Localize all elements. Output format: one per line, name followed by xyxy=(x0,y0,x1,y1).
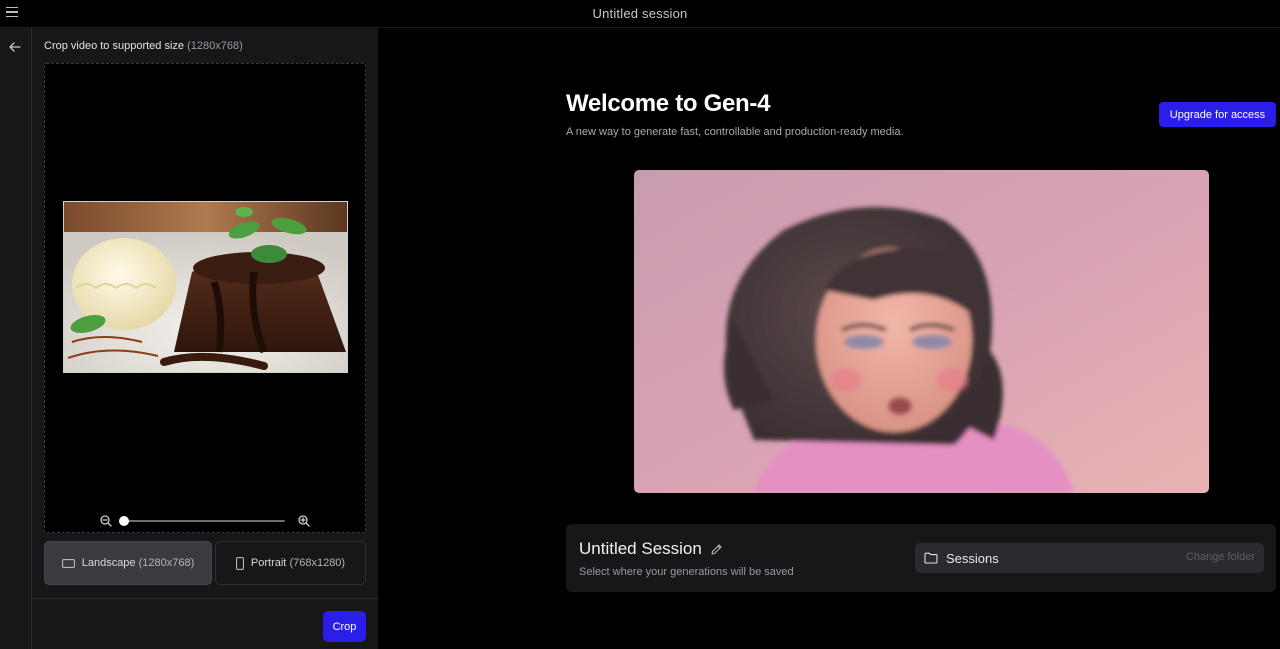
zoom-control xyxy=(99,514,313,528)
left-rail xyxy=(0,28,32,649)
session-name: Untitled Session xyxy=(579,539,723,559)
top-bar: Untitled session xyxy=(0,0,1280,28)
portrait-button[interactable]: Portrait (768x1280) xyxy=(215,541,366,585)
crop-button[interactable]: Crop xyxy=(323,611,366,642)
change-folder-link[interactable]: Change folder xyxy=(1186,551,1255,563)
crop-image[interactable] xyxy=(63,201,348,373)
page-subtitle: A new way to generate fast, controllable… xyxy=(566,126,904,138)
landscape-button[interactable]: Landscape (1280x768) xyxy=(44,541,212,585)
crop-viewport[interactable] xyxy=(44,63,366,533)
zoom-slider-track[interactable] xyxy=(119,520,285,522)
back-button[interactable] xyxy=(5,38,25,56)
session-name-text: Untitled Session xyxy=(579,539,702,558)
video-preview[interactable] xyxy=(634,170,1209,493)
landscape-label: Landscape xyxy=(81,557,136,569)
preview-image xyxy=(634,170,1209,493)
portrait-size: (768x1280) xyxy=(289,557,346,569)
session-hint: Select where your generations will be sa… xyxy=(579,566,794,578)
arrow-left-icon xyxy=(9,42,21,52)
crop-header-size: (1280x768) xyxy=(187,40,243,52)
pencil-icon[interactable] xyxy=(710,543,723,556)
folder-icon xyxy=(924,552,938,564)
panel-divider xyxy=(32,598,378,599)
zoom-slider-thumb[interactable] xyxy=(119,516,129,526)
crop-header-label: Crop video to supported size xyxy=(44,40,185,52)
session-title: Untitled session xyxy=(592,6,688,21)
crop-panel: Crop video to supported size (1280x768) xyxy=(32,28,378,649)
session-card: Untitled Session Select where your gener… xyxy=(566,524,1276,592)
portrait-icon xyxy=(236,556,244,570)
landscape-icon xyxy=(61,558,75,568)
page-title: Welcome to Gen-4 xyxy=(566,90,771,117)
folder-select[interactable]: Sessions Change folder xyxy=(915,543,1264,573)
zoom-in-icon[interactable] xyxy=(297,514,311,528)
upgrade-button[interactable]: Upgrade for access xyxy=(1159,102,1276,127)
landscape-size: (1280x768) xyxy=(138,557,195,569)
portrait-label: Portrait xyxy=(250,557,287,569)
menu-icon[interactable] xyxy=(4,4,20,20)
zoom-out-icon[interactable] xyxy=(99,514,113,528)
folder-label: Sessions xyxy=(946,550,999,566)
lava-cake-image xyxy=(64,202,347,372)
crop-header: Crop video to supported size (1280x768) xyxy=(44,40,243,52)
